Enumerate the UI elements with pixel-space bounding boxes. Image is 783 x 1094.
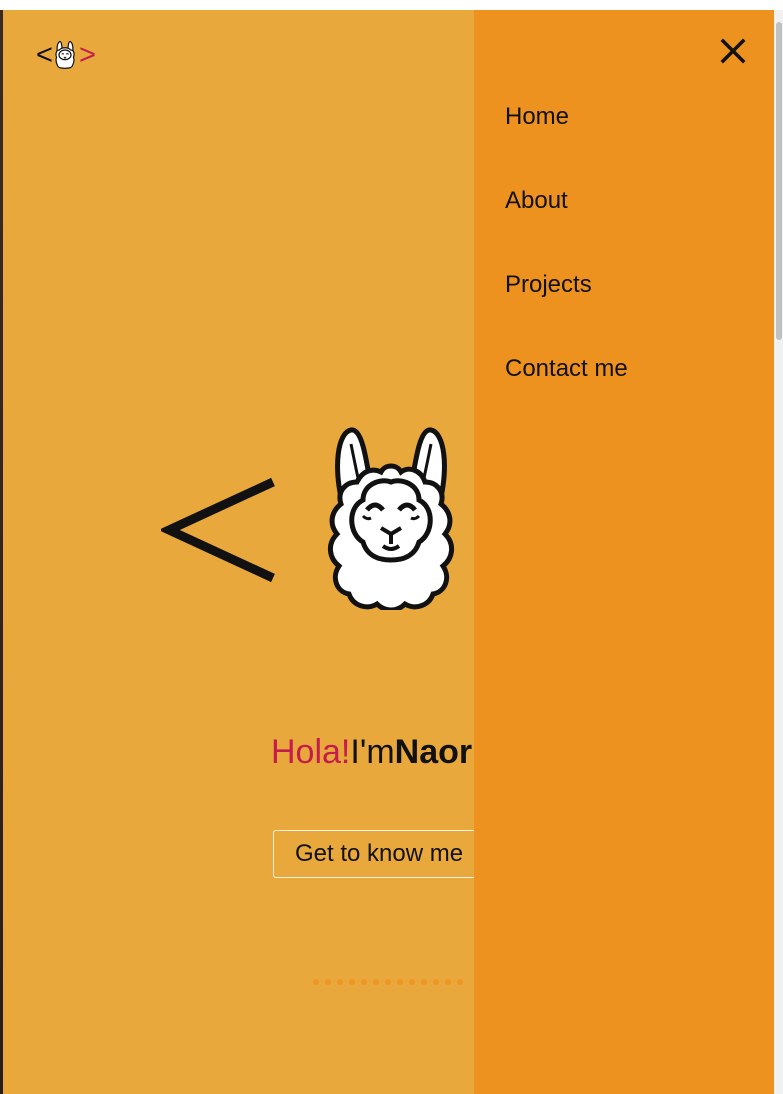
carousel-dot[interactable] <box>373 979 379 985</box>
carousel-dots <box>313 979 463 987</box>
carousel-dot[interactable] <box>421 979 427 985</box>
nav-item-contact-me[interactable]: Contact me <box>505 355 628 383</box>
carousel-dot[interactable] <box>433 979 439 985</box>
carousel-dot[interactable] <box>349 979 355 985</box>
carousel-dot[interactable] <box>361 979 367 985</box>
carousel-dot[interactable] <box>313 979 319 985</box>
site-logo[interactable]: < > <box>36 38 96 72</box>
greeting-name: Naor <box>394 733 473 771</box>
logo-left-bracket: < <box>36 38 53 71</box>
hero-greeting: Hola!I'mNaor <box>271 732 472 772</box>
page: < > Hola!I'mNaor Get to know me Home Abo… <box>0 0 783 1094</box>
carousel-dot[interactable] <box>409 979 415 985</box>
llama-icon <box>53 41 77 69</box>
big-bracket-icon <box>161 477 275 583</box>
greeting-im: I'm <box>350 733 395 771</box>
carousel-dot[interactable] <box>397 979 403 985</box>
carousel-dot[interactable] <box>445 979 451 985</box>
close-icon[interactable] <box>718 36 748 66</box>
nav-item-home[interactable]: Home <box>505 103 569 131</box>
carousel-dot[interactable] <box>457 979 463 985</box>
greeting-hola: Hola! <box>271 733 351 771</box>
llama-face-icon <box>328 427 454 610</box>
side-nav-drawer: Home About Projects Contact me <box>474 10 774 1094</box>
carousel-dot[interactable] <box>325 979 331 985</box>
carousel-dot[interactable] <box>337 979 343 985</box>
scrollbar-thumb[interactable] <box>776 22 782 340</box>
logo-right-bracket: > <box>78 38 96 71</box>
nav-item-about[interactable]: About <box>505 187 568 215</box>
vertical-scrollbar[interactable] <box>774 10 783 1094</box>
nav-item-projects[interactable]: Projects <box>505 271 592 299</box>
carousel-dot[interactable] <box>385 979 391 985</box>
